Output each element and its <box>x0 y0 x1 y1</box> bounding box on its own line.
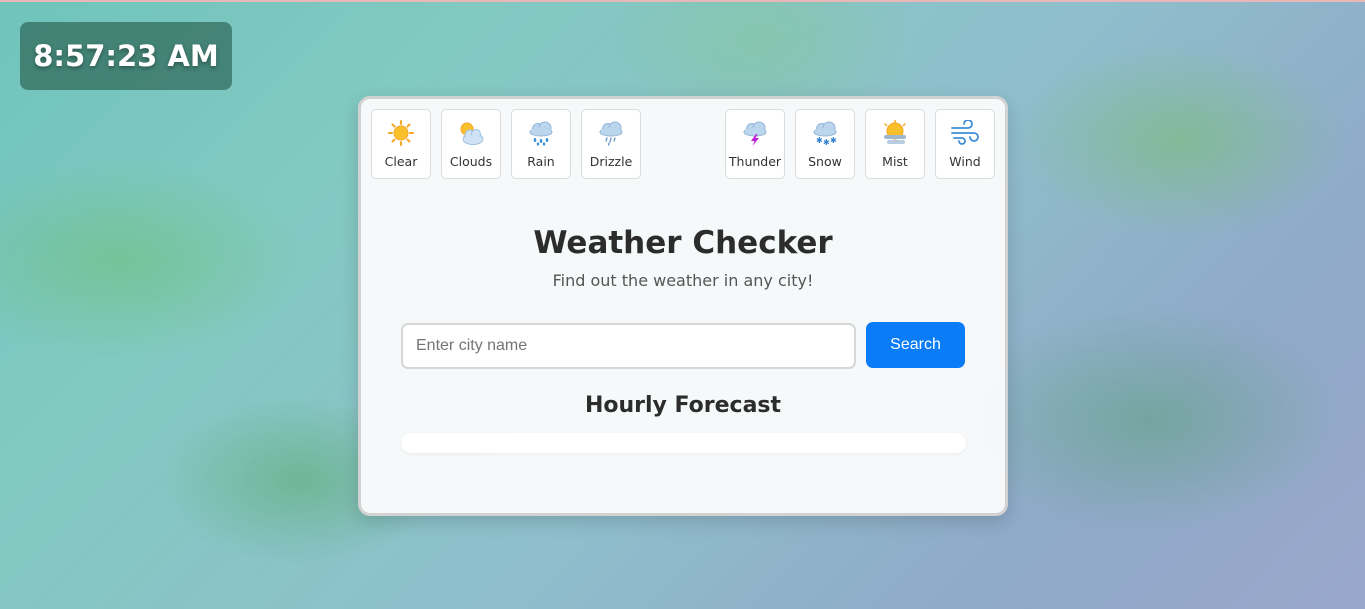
wind-icon <box>950 120 980 146</box>
digital-clock: 8:57:23 AM <box>20 22 232 90</box>
thunder-cloud-icon <box>740 120 770 146</box>
weather-type-label: Wind <box>949 154 981 169</box>
page-subtitle: Find out the weather in any city! <box>552 271 814 290</box>
weather-type-label: Rain <box>527 154 555 169</box>
weather-type-rain[interactable]: Rain <box>511 109 571 179</box>
sun-icon <box>386 120 416 146</box>
svg-text:✱: ✱ <box>823 138 830 146</box>
city-search-input[interactable] <box>401 323 856 369</box>
weather-type-label: Clear <box>384 154 418 169</box>
search-button[interactable]: Search <box>866 322 965 368</box>
page-title: Weather Checker <box>533 225 833 261</box>
weather-type-label: Thunder <box>728 154 782 169</box>
hourly-forecast-container <box>401 433 966 453</box>
weather-type-drizzle[interactable]: Drizzle <box>581 109 641 179</box>
snow-cloud-icon: ✱ ✱ ✱ <box>810 120 840 146</box>
weather-type-clouds[interactable]: Clouds <box>441 109 501 179</box>
hourly-forecast-title: Hourly Forecast <box>584 393 782 418</box>
weather-type-thunder[interactable]: Thunder <box>725 109 785 179</box>
sun-cloud-icon <box>456 120 486 146</box>
weather-type-clear[interactable]: Clear <box>371 109 431 179</box>
weather-type-wind[interactable]: Wind <box>935 109 995 179</box>
weather-card: Clear Clouds Rain Drizzle Thunder ✱ ✱ ✱ … <box>358 96 1008 516</box>
weather-type-label: Mist <box>882 154 908 169</box>
clock-time: 8:57:23 AM <box>33 39 219 73</box>
top-border-line <box>0 0 1365 2</box>
weather-type-label: Clouds <box>449 154 493 169</box>
weather-type-label: Drizzle <box>589 154 633 169</box>
rain-cloud-icon <box>526 120 556 146</box>
svg-text:✱: ✱ <box>830 136 837 145</box>
svg-text:✱: ✱ <box>816 136 823 145</box>
weather-type-mist[interactable]: Mist <box>865 109 925 179</box>
weather-type-label: Snow <box>808 154 842 169</box>
drizzle-cloud-icon <box>596 120 626 146</box>
weather-type-snow[interactable]: ✱ ✱ ✱ Snow <box>795 109 855 179</box>
mist-icon <box>880 120 910 146</box>
